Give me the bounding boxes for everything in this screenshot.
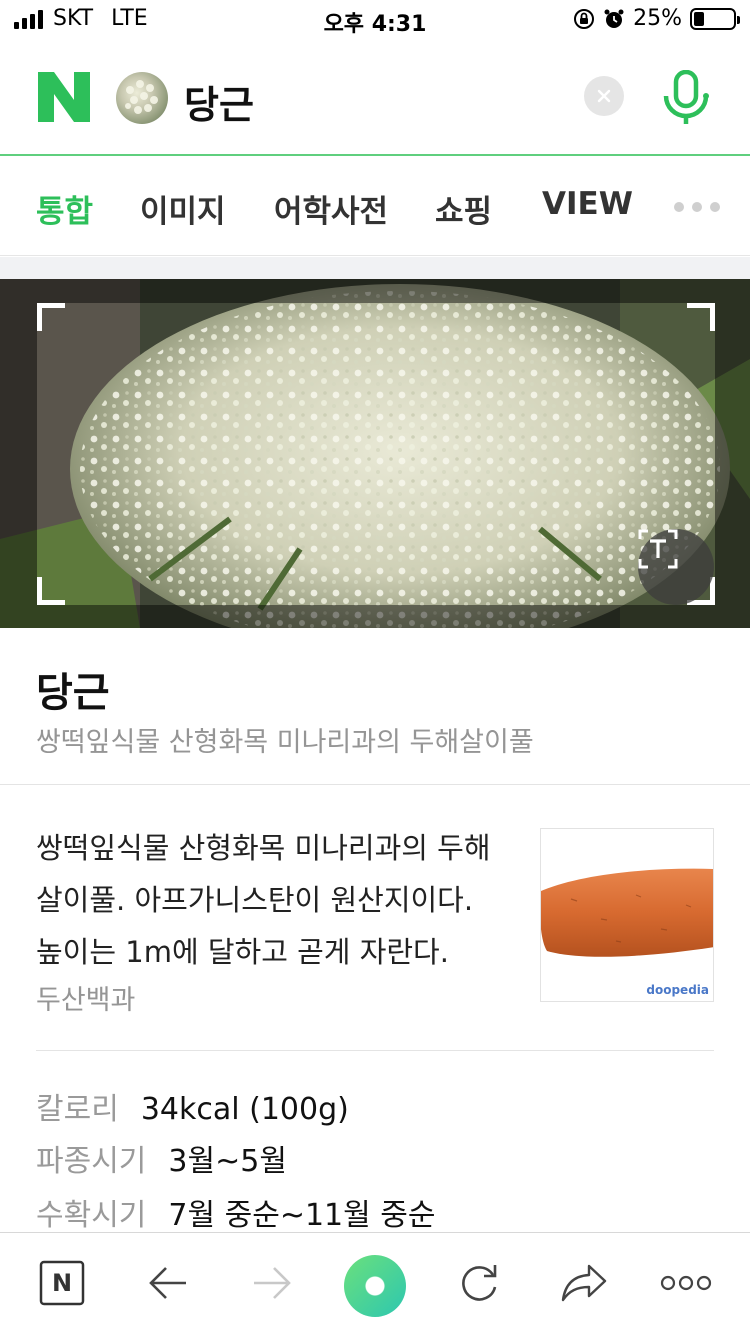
reload-icon bbox=[462, 1265, 497, 1301]
tab-shopping[interactable]: 쇼핑 bbox=[435, 186, 492, 231]
encyclopedia-summary[interactable]: 쌍떡잎식물 산형화목 미나리과의 두해살이풀. 아프가니스탄이 원산지이다. 높… bbox=[36, 822, 506, 978]
info-row-calories: 칼로리 34kcal (100g) bbox=[36, 1084, 349, 1128]
crop-corner-top-right[interactable] bbox=[687, 303, 715, 331]
reload-button[interactable] bbox=[449, 1253, 509, 1313]
text-scan-icon bbox=[638, 529, 678, 569]
info-value: 34kcal (100g) bbox=[140, 1092, 349, 1127]
section-separator bbox=[0, 257, 750, 279]
tab-dictionary[interactable]: 어학사전 bbox=[274, 186, 388, 231]
search-tabs: 통합 이미지 어학사전 쇼핑 VIEW bbox=[0, 158, 750, 256]
clear-search-button[interactable] bbox=[584, 76, 624, 116]
share-button[interactable] bbox=[554, 1253, 614, 1313]
rotation-lock-icon bbox=[574, 8, 595, 29]
info-value: 7월 중순~11월 중순 bbox=[168, 1198, 436, 1233]
tab-integrated[interactable]: 통합 bbox=[36, 186, 93, 231]
naver-home-label: N bbox=[51, 1269, 73, 1297]
search-query[interactable]: 당근 bbox=[184, 74, 254, 129]
carrot-thumbnail[interactable]: doopedia bbox=[540, 828, 714, 1002]
back-arrow-icon bbox=[149, 1267, 186, 1299]
status-bar: SKT LTE 오후 4:31 25% bbox=[0, 0, 750, 40]
tab-images[interactable]: 이미지 bbox=[140, 186, 226, 231]
bottom-toolbar: N bbox=[0, 1232, 750, 1334]
naver-n-logo[interactable] bbox=[38, 72, 90, 122]
close-icon bbox=[597, 89, 611, 103]
forward-arrow-icon bbox=[254, 1267, 291, 1299]
text-recognition-button[interactable] bbox=[638, 529, 714, 605]
info-row-sowing: 파종시기 3월~5월 bbox=[36, 1136, 287, 1180]
back-button[interactable] bbox=[138, 1253, 198, 1313]
info-value: 3월~5월 bbox=[168, 1144, 287, 1179]
search-header: 당근 bbox=[0, 40, 750, 156]
info-label: 파종시기 bbox=[36, 1144, 147, 1179]
alarm-icon bbox=[604, 9, 624, 28]
result-subtitle: 쌍떡잎식물 산형화목 미나리과의 두해살이풀 bbox=[36, 727, 534, 758]
crop-corner-bottom-left[interactable] bbox=[37, 577, 65, 605]
share-icon bbox=[561, 1264, 607, 1302]
tab-view[interactable]: VIEW bbox=[542, 186, 633, 222]
carrot-photo bbox=[541, 829, 713, 1001]
summary-source[interactable]: 두산백과 bbox=[36, 978, 135, 1017]
green-dot-button[interactable] bbox=[344, 1255, 406, 1317]
crop-corner-top-left[interactable] bbox=[37, 303, 65, 331]
tab-more-icon[interactable] bbox=[674, 202, 720, 212]
more-button[interactable] bbox=[656, 1253, 716, 1313]
status-right: 25% bbox=[573, 6, 740, 31]
naver-home-button[interactable]: N bbox=[32, 1253, 92, 1313]
query-image-thumbnail[interactable] bbox=[116, 72, 168, 124]
divider bbox=[0, 784, 750, 785]
thumbnail-brand: doopedia bbox=[646, 983, 709, 997]
info-label: 수확시기 bbox=[36, 1198, 147, 1233]
crop-frame[interactable] bbox=[37, 303, 715, 605]
microphone-icon[interactable] bbox=[660, 70, 712, 126]
info-row-harvest: 수확시기 7월 중순~11월 중순 bbox=[36, 1190, 435, 1234]
search-image[interactable] bbox=[0, 279, 750, 628]
battery-percent: 25% bbox=[633, 6, 682, 31]
battery-icon bbox=[690, 7, 740, 30]
forward-button[interactable] bbox=[242, 1253, 302, 1313]
divider bbox=[36, 1050, 714, 1051]
info-label: 칼로리 bbox=[36, 1092, 119, 1127]
more-icon bbox=[660, 1275, 712, 1291]
result-title[interactable]: 당근 bbox=[36, 660, 110, 718]
battery-fill bbox=[694, 11, 704, 26]
